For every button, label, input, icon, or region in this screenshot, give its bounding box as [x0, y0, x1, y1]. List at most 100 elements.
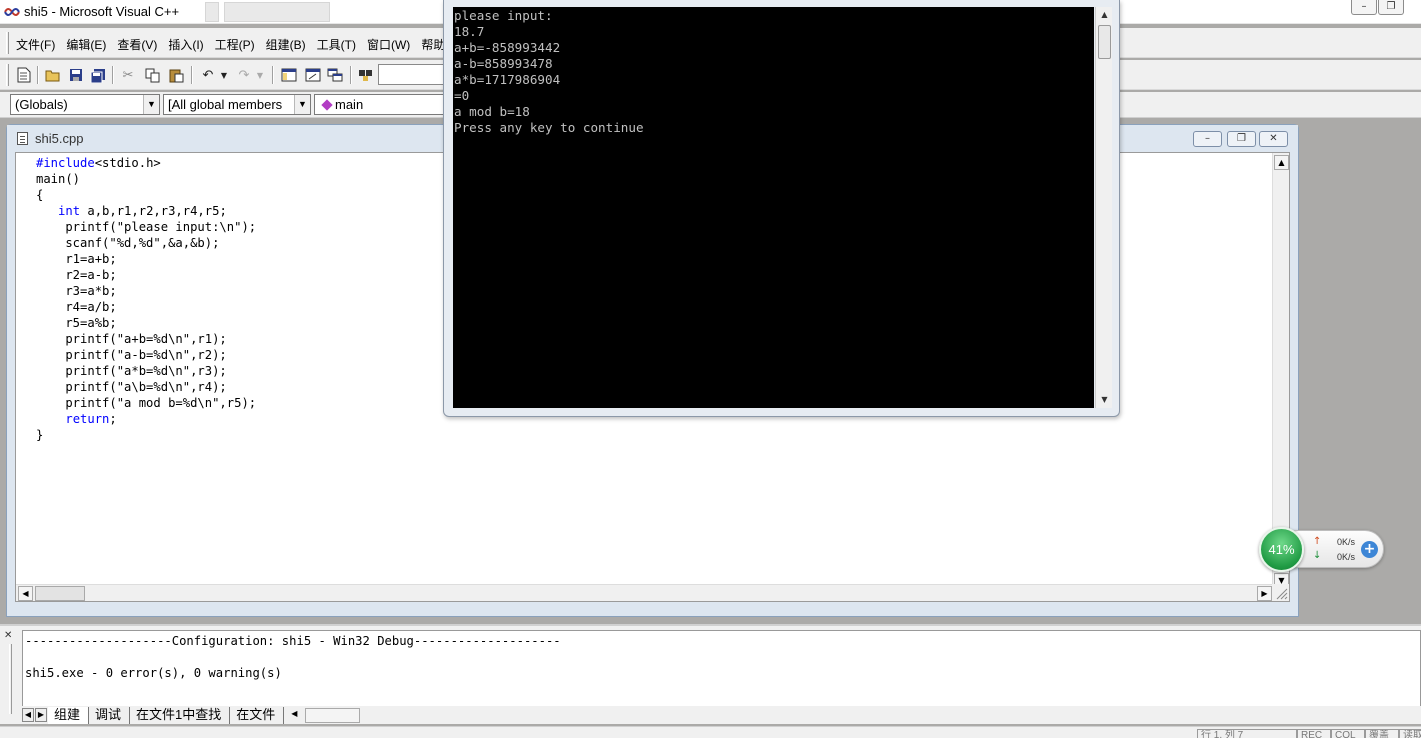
menu-item-4[interactable]: 工程(P): [215, 36, 260, 53]
background-tab: [224, 2, 330, 22]
chevron-down-icon[interactable]: ▼: [143, 95, 159, 114]
scroll-up-icon[interactable]: ▲: [1097, 7, 1112, 22]
size-grip-icon[interactable]: [1272, 584, 1289, 601]
save-all-icon[interactable]: [88, 65, 108, 85]
output-pane: ✕ --------------------Configuration: shi…: [0, 624, 1421, 724]
menu-item-6[interactable]: 工具(T): [317, 36, 361, 53]
workspace-icon[interactable]: [279, 65, 299, 85]
menu-item-7[interactable]: 窗口(W): [367, 36, 415, 53]
horizontal-scroll-thumb[interactable]: [35, 586, 85, 601]
toolbar-grip[interactable]: [6, 64, 9, 86]
build-output[interactable]: --------------------Configuration: shi5 …: [22, 630, 1421, 708]
output-tab-1[interactable]: 调试: [89, 706, 131, 724]
code-line[interactable]: scanf("%d,%d",&a,&b);: [36, 235, 256, 251]
close-icon[interactable]: ✕: [4, 630, 18, 641]
console-line: a mod b=18: [454, 104, 530, 119]
window-list-icon[interactable]: [325, 65, 345, 85]
output-tab-3[interactable]: 在文件: [230, 706, 285, 724]
output-tab-2[interactable]: 在文件1中查找: [130, 706, 231, 724]
scroll-down-icon[interactable]: ▼: [1097, 392, 1112, 407]
editor-restore-button[interactable]: ❐: [1227, 131, 1256, 147]
chevron-down-icon[interactable]: ▼: [294, 95, 310, 114]
code-line[interactable]: printf("please input:\n");: [36, 219, 256, 235]
paste-icon[interactable]: [166, 65, 186, 85]
save-icon[interactable]: [66, 65, 86, 85]
output-tabs: ◀ ▶ 组建 调试 在文件1中查找 在文件 ◀: [22, 706, 1421, 724]
redo-dropdown-icon[interactable]: ▼: [250, 65, 270, 85]
menu-item-2[interactable]: 查看(V): [117, 36, 162, 53]
output-pane-handle[interactable]: ✕: [4, 630, 18, 720]
console-scrollbar[interactable]: ▲ ▼: [1095, 7, 1112, 408]
download-arrow-icon: ↓: [1313, 550, 1322, 561]
selection-margin[interactable]: [16, 153, 36, 590]
code-keyword: return: [65, 412, 110, 426]
code-line[interactable]: printf("a*b=%d\n",r3);: [36, 363, 256, 379]
scroll-up-icon[interactable]: ▲: [1274, 155, 1289, 170]
code-token: ;: [109, 412, 117, 426]
menu-item-3[interactable]: 插入(I): [168, 36, 208, 53]
tab-scroll-left-icon[interactable]: ◀: [22, 708, 34, 722]
copy-icon[interactable]: [142, 65, 162, 85]
function-combo[interactable]: main: [314, 94, 454, 115]
plus-icon[interactable]: +: [1361, 541, 1378, 558]
code-line[interactable]: r5=a%b;: [36, 315, 256, 331]
code-line[interactable]: printf("a+b=%d\n",r1);: [36, 331, 256, 347]
code-token: }: [36, 428, 44, 442]
minimize-button[interactable]: –: [1351, 0, 1377, 15]
code-line[interactable]: main(): [36, 171, 256, 187]
menu-item-5[interactable]: 组建(B): [266, 36, 311, 53]
network-monitor-widget[interactable]: 41% ↑ 0K/s ↓ 0K/s +: [1259, 527, 1385, 572]
code-line[interactable]: }: [36, 427, 256, 443]
cut-icon[interactable]: ✂: [118, 65, 138, 85]
output-window-icon[interactable]: [303, 65, 323, 85]
editor-vertical-scrollbar[interactable]: ▲ ▼: [1272, 153, 1289, 590]
console-screen[interactable]: please input: 18.7 a+b=-858993442 a-b=85899…: [453, 7, 1094, 408]
code-line[interactable]: printf("a\b=%d\n",r4);: [36, 379, 256, 395]
code-line[interactable]: {: [36, 187, 256, 203]
console-scroll-thumb[interactable]: [1098, 25, 1111, 59]
function-value: main: [335, 97, 364, 112]
scroll-left-icon[interactable]: ◀: [18, 586, 33, 601]
memory-usage-ball[interactable]: 41%: [1259, 527, 1304, 572]
editor-close-button[interactable]: ✕: [1259, 131, 1288, 147]
download-speed: 0K/s: [1337, 552, 1356, 562]
undo-dropdown-icon[interactable]: ▼: [214, 65, 234, 85]
editor-minimize-button[interactable]: –: [1193, 131, 1222, 147]
code-line[interactable]: return;: [36, 411, 256, 427]
code-token: printf("a-b=%d\n",r2);: [36, 348, 227, 362]
code-line[interactable]: printf("a-b=%d\n",r2);: [36, 347, 256, 363]
code-line[interactable]: #include<stdio.h>: [36, 155, 256, 171]
members-combo[interactable]: [All global members ▼: [163, 94, 311, 115]
source-code[interactable]: #include<stdio.h> main(){ int a,b,r1,r2,r…: [36, 155, 256, 443]
code-line[interactable]: printf("a mod b=%d\n",r5);: [36, 395, 256, 411]
restore-button[interactable]: ❐: [1378, 0, 1404, 15]
output-line: --------------------Configuration: shi5 …: [25, 634, 561, 648]
code-line[interactable]: r2=a-b;: [36, 267, 256, 283]
editor-horizontal-scrollbar[interactable]: ◀ ▶: [16, 584, 1274, 601]
code-token: {: [36, 188, 44, 202]
code-keyword: int: [58, 204, 81, 218]
code-line[interactable]: r4=a/b;: [36, 299, 256, 315]
upload-speed: 0K/s: [1337, 537, 1356, 547]
tab-scroll-right-icon[interactable]: ▶: [35, 708, 47, 722]
menubar-grip[interactable]: [6, 32, 9, 54]
output-grip[interactable]: [9, 644, 12, 714]
code-line[interactable]: int a,b,r1,r2,r3,r4,r5;: [36, 203, 256, 219]
code-line[interactable]: r3=a*b;: [36, 283, 256, 299]
new-file-icon[interactable]: [14, 65, 34, 85]
find-in-files-icon[interactable]: [356, 65, 376, 85]
toolbar-separator: [112, 66, 114, 84]
output-horizontal-scroll[interactable]: [305, 707, 361, 723]
open-folder-icon[interactable]: [43, 65, 63, 85]
scope-combo[interactable]: (Globals) ▼: [10, 94, 160, 115]
code-line[interactable]: r1=a+b;: [36, 251, 256, 267]
tab-scroll-left-icon[interactable]: ◀: [288, 708, 300, 722]
output-tab-0[interactable]: 组建: [48, 706, 90, 724]
menu-item-0[interactable]: 文件(F): [16, 36, 60, 53]
find-combo-input[interactable]: [378, 64, 448, 85]
menu-item-1[interactable]: 编辑(E): [66, 36, 111, 53]
output-tab-list: 组建 调试 在文件1中查找 在文件: [48, 706, 285, 724]
scroll-right-icon[interactable]: ▶: [1257, 586, 1272, 601]
code-token: printf("please input:\n");: [36, 220, 257, 234]
